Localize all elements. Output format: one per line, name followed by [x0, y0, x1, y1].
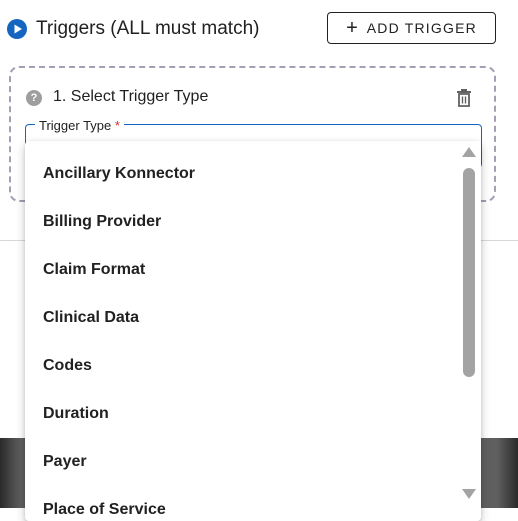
dropdown-option[interactable]: Billing Provider [43, 213, 161, 231]
play-circle-icon[interactable] [7, 19, 27, 39]
add-trigger-button[interactable]: + ADD TRIGGER [327, 12, 496, 44]
required-asterisk: * [114, 118, 120, 133]
dropdown-option[interactable]: Duration [43, 405, 109, 423]
dropdown-option[interactable]: Clinical Data [43, 309, 139, 327]
trigger-card-title: 1. Select Trigger Type [53, 88, 209, 105]
dropdown-option[interactable]: Payer [43, 453, 87, 471]
trigger-type-dropdown-menu[interactable]: Ancillary Konnector Billing Provider Cla… [25, 141, 481, 521]
scroll-down-arrow-icon[interactable] [462, 489, 476, 499]
dropdown-option[interactable]: Codes [43, 357, 92, 375]
plus-icon: + [346, 17, 358, 39]
triggers-title: Triggers (ALL must match) [36, 18, 260, 39]
help-icon[interactable]: ? [26, 90, 42, 106]
add-trigger-label: ADD TRIGGER [366, 20, 477, 36]
dropdown-option[interactable]: Place of Service [43, 501, 166, 519]
scrollbar-thumb[interactable] [463, 168, 475, 377]
trash-icon[interactable] [455, 88, 473, 108]
dropdown-option[interactable]: Claim Format [43, 261, 145, 279]
trigger-type-label: Trigger Type * [35, 118, 124, 133]
scroll-up-arrow-icon[interactable] [462, 147, 476, 157]
dropdown-option[interactable]: Ancillary Konnector [43, 165, 195, 183]
triggers-header: Triggers (ALL must match) [7, 15, 259, 43]
